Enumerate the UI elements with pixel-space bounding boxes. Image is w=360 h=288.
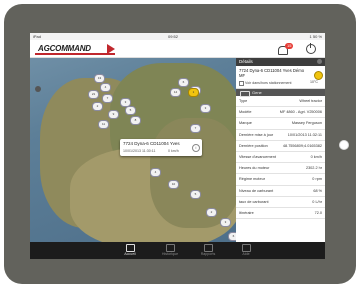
tooltip-date: 10/01/2013 11:30:11	[123, 149, 156, 153]
detail-row: Itinéraire 72.0	[236, 208, 325, 220]
detail-key: Régime moteur	[239, 177, 265, 182]
vehicle-pin[interactable]: 9	[108, 110, 119, 119]
power-icon[interactable]	[306, 43, 316, 54]
agcommand-logo: AGCOMMAND	[35, 44, 117, 55]
vehicle-pin[interactable]: 6	[178, 78, 189, 87]
detail-value: 0 km/h	[310, 154, 322, 159]
detail-value: MF 4860 - Agri. V250006	[279, 110, 322, 115]
detail-key: Vitesse d'avancement	[239, 154, 276, 159]
vehicle-pin[interactable]: 2	[206, 208, 217, 217]
tooltip-speed: 0 km/h	[168, 149, 179, 153]
top-bar: AGCOMMAND 15	[30, 40, 325, 58]
logo-text: AGCOMMAND	[38, 44, 91, 53]
vehicle-pin[interactable]: 7	[102, 94, 113, 103]
detail-key: Modèle	[239, 110, 252, 115]
notification-badge: 15	[285, 43, 294, 49]
tab-historique[interactable]: Historique	[152, 244, 188, 257]
app-screen: iPad 09:52 1 50 % AGCOMMAND 15 13 4 21 7 2 9 1…	[30, 33, 325, 259]
vehicle-title: 7724 Dyna-6 CD11004 Yves Démo MF	[239, 68, 305, 78]
tab-label: Gene	[252, 90, 262, 95]
zoom-control[interactable]	[35, 86, 41, 92]
vehicle-pin[interactable]: 4	[100, 83, 111, 92]
detail-row: Heures du moteur 2302.2 hr	[236, 163, 325, 175]
detail-key: Itinéraire	[239, 210, 254, 215]
vehicle-pin[interactable]: 10	[168, 180, 179, 189]
notifications-button[interactable]: 15	[278, 43, 294, 55]
vehicle-pin[interactable]: 8	[130, 116, 141, 125]
vehicle-tooltip[interactable]: 7724 Dyna-6 CD11004 Yves 10/01/2013 11:3…	[120, 139, 202, 156]
tab-accueil[interactable]: Accueil	[112, 244, 148, 257]
detail-row: taux de carburant 0 L/hr	[236, 197, 325, 208]
detail-key: Niveau de carburant	[239, 188, 274, 193]
tab-label: Rapports	[200, 252, 216, 256]
detail-value: Massey Ferguson	[291, 121, 322, 126]
tooltip-title: 7724 Dyna-6 CD11004 Yves	[123, 141, 180, 146]
tab-aide[interactable]: Aide	[228, 244, 264, 257]
vehicle-pin[interactable]: 21	[88, 90, 99, 99]
vehicle-status-icon	[314, 71, 323, 80]
detail-value: 0 L/hr	[312, 199, 322, 204]
vehicle-pin[interactable]: 4	[150, 168, 161, 177]
temperature: 10°C	[310, 80, 319, 84]
help-icon	[242, 244, 251, 252]
tab-general[interactable]: Gene	[236, 89, 325, 97]
vehicle-pin[interactable]: 2	[92, 102, 103, 111]
vehicle-pin[interactable]: 13	[94, 74, 105, 83]
detail-row: Vitesse d'avancement 0 km/h	[236, 152, 325, 164]
status-device: iPad	[33, 34, 42, 39]
vehicle-pin[interactable]: 14	[170, 88, 181, 97]
detail-key: Dernière mise à jour	[239, 132, 274, 137]
details-panel: Détails 7724 Dyna-6 CD11004 Yves Démo MF…	[236, 58, 325, 242]
detail-row: Dernière mise à jour 10/01/2013 11:32:11	[236, 130, 325, 141]
status-battery: 1 50 %	[309, 34, 322, 39]
tab-label: Historique	[161, 252, 179, 256]
parking-checkbox[interactable]	[239, 81, 244, 86]
detail-row: Niveau de carburant 68 %	[236, 186, 325, 197]
detail-key: Heures du moteur	[239, 166, 270, 171]
vehicle-pin[interactable]: 5	[190, 190, 201, 199]
detail-key: taux de carburant	[239, 199, 269, 204]
detail-row: Dernière position 48.7556809;4.0165382	[236, 141, 325, 152]
detail-row: Régime moteur 0 rpm	[236, 174, 325, 186]
detail-value: 72.0	[314, 210, 322, 215]
detail-row: Modèle MF 4860 - Agri. V250006	[236, 107, 325, 119]
detail-key: Dernière position	[239, 143, 268, 148]
vehicle-pin[interactable]: 3	[220, 218, 231, 227]
detail-key: Marque	[239, 121, 252, 126]
vehicle-pin[interactable]: 11	[98, 120, 109, 129]
close-icon[interactable]	[317, 59, 322, 64]
home-icon	[126, 244, 135, 252]
panel-header: Détails	[236, 58, 325, 66]
panel-title: Détails	[239, 59, 253, 64]
satellite-map[interactable]: 134217291135861423714105236 7724 Dyna-6 …	[30, 58, 236, 242]
detail-value: 10/01/2013 11:32:11	[287, 132, 322, 137]
parking-option-label: Voir dans/hors stationnement	[245, 80, 292, 85]
info-icon[interactable]: i	[192, 144, 200, 152]
bottom-tab-bar: Accueil Historique Rapports Aide	[30, 242, 325, 259]
tab-rapports[interactable]: Rapports	[190, 244, 226, 257]
detail-value: 68 %	[313, 188, 322, 193]
detail-value: 0 rpm	[312, 177, 322, 182]
detail-value: 48.7556809;4.0165382	[282, 143, 322, 148]
selected-vehicle-pin[interactable]: 1	[188, 88, 199, 97]
vehicle-pin[interactable]: 5	[125, 106, 136, 115]
detail-value: Wheel tractor	[299, 99, 322, 103]
reports-icon	[204, 244, 213, 252]
tab-label: Aide	[242, 252, 250, 256]
vehicle-card[interactable]: 7724 Dyna-6 CD11004 Yves Démo MF Voir da…	[236, 66, 325, 89]
detail-value: 2302.2 hr	[305, 166, 322, 171]
status-bar: iPad 09:52 1 50 %	[30, 33, 325, 40]
detail-row: Type Wheel tractor	[236, 96, 325, 108]
status-time: 09:52	[168, 34, 179, 39]
vehicle-pin[interactable]: 3	[200, 104, 211, 113]
vehicle-pin[interactable]: 6	[228, 232, 236, 241]
history-icon	[166, 244, 175, 252]
detail-row: Marque Massey Ferguson	[236, 118, 325, 130]
vehicle-pin[interactable]: 7	[190, 124, 201, 133]
home-button[interactable]	[339, 140, 349, 150]
detail-key: Type	[239, 99, 248, 103]
tab-label: Accueil	[124, 252, 136, 256]
